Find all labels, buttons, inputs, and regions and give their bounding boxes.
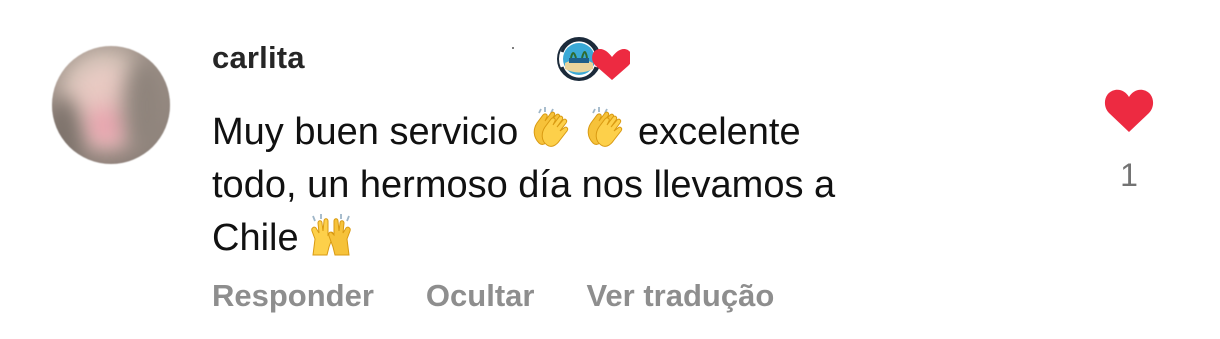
comment-text-line-3: Chile [212, 217, 299, 259]
clapping-hands-icon [588, 107, 623, 147]
hide-button[interactable]: Ocultar [426, 278, 535, 313]
separator-dot [512, 47, 514, 49]
comment-text-line-2: todo, un hermoso día nos llevamos a [212, 164, 836, 206]
heart-icon[interactable] [1103, 86, 1155, 134]
comment-text: Muy buen servicio excelente todo, un her… [212, 106, 1032, 265]
reply-button[interactable]: Responder [212, 278, 374, 313]
like-count: 1 [1120, 157, 1138, 193]
comment-text-part-1: Muy buen servicio [212, 111, 519, 153]
creator-liked-badge [557, 37, 630, 81]
see-translation-button[interactable]: Ver tradução [586, 278, 774, 313]
comment-text-part-2: excelente [637, 111, 801, 153]
raising-hands-icon [311, 214, 351, 256]
clapping-hands-icon [533, 107, 568, 147]
username[interactable]: carlita [212, 40, 305, 76]
avatar[interactable] [52, 46, 170, 164]
comment-actions: Responder Ocultar Ver tradução [212, 278, 826, 314]
comment-item: carlita Muy buen servicio excelente todo… [0, 0, 1220, 339]
